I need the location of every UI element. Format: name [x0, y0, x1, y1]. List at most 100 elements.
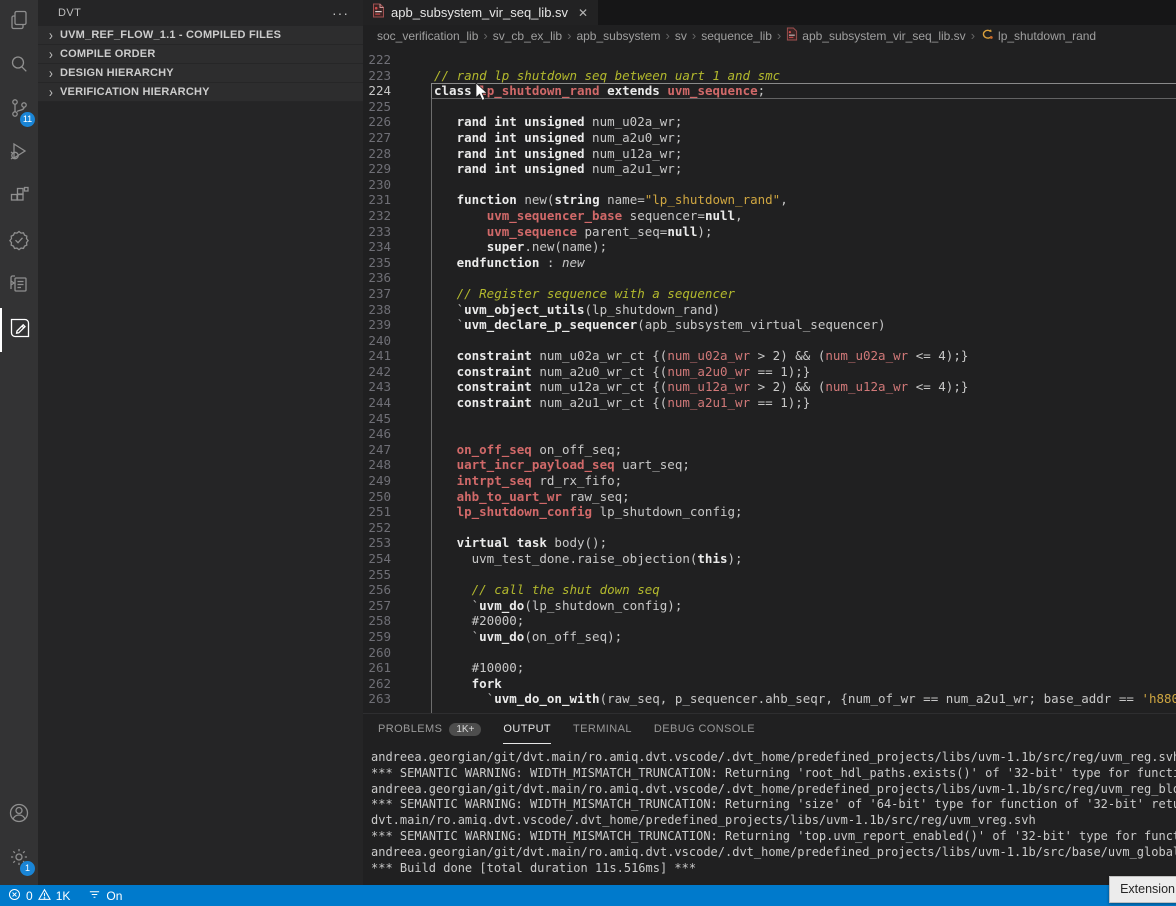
code-line-223[interactable]: 223// rand lp shutdown seq between uart … [363, 68, 1176, 84]
breadcrumb-item-soc-verification-lib[interactable]: soc_verification_lib [377, 29, 478, 43]
code-line-259[interactable]: 259 `uvm_do(on_off_seq); [363, 629, 1176, 645]
code-text: uart_incr_payload_seq uart_seq; [391, 457, 690, 473]
code-line-246[interactable]: 246 [363, 426, 1176, 442]
code-text: class lp_shutdown_rand extends uvm_seque… [391, 83, 765, 99]
code-line-261[interactable]: 261 #10000; [363, 660, 1176, 676]
code-line-227[interactable]: 227 rand int unsigned num_a2u0_wr; [363, 130, 1176, 146]
panel-tab-terminal[interactable]: TERMINAL [573, 714, 632, 744]
settings-activity-item[interactable]: 1 [0, 837, 38, 881]
explorer-activity-item[interactable] [0, 0, 38, 44]
code-text: rand int unsigned num_a2u1_wr; [391, 161, 682, 177]
editor-group: apb_subsystem_vir_seq_lib.sv ✕ soc_verif… [363, 0, 1176, 885]
sidebar-item-uvm-ref-flow-1-1-compiled-files[interactable]: ›UVM_REF_FLOW_1.1 - COMPILED FILES [38, 26, 363, 45]
breadcrumb-item-sv[interactable]: sv [675, 29, 687, 43]
code-line-229[interactable]: 229 rand int unsigned num_a2u1_wr; [363, 161, 1176, 177]
code-text: constraint num_a2u0_wr_ct {(num_a2u0_wr … [391, 364, 810, 380]
code-line-224[interactable]: 224class lp_shutdown_rand extends uvm_se… [363, 83, 1176, 99]
panel-tab-problems[interactable]: PROBLEMS1K+ [378, 714, 481, 744]
verify-activity-item[interactable] [0, 220, 38, 264]
code-line-234[interactable]: 234 super.new(name); [363, 239, 1176, 255]
line-number: 258 [363, 613, 391, 629]
code-line-244[interactable]: 244 constraint num_a2u1_wr_ct {(num_a2u1… [363, 395, 1176, 411]
code-line-231[interactable]: 231 function new(string name="lp_shutdow… [363, 192, 1176, 208]
output-line: *** SEMANTIC WARNING: WIDTH_MISMATCH_TRU… [371, 797, 1176, 813]
breadcrumb-item-apb-subsystem[interactable]: apb_subsystem [576, 29, 660, 43]
code-line-252[interactable]: 252 [363, 520, 1176, 536]
code-line-258[interactable]: 258 #20000; [363, 613, 1176, 629]
filter-status[interactable]: On [88, 888, 122, 904]
activity-bar: 111 [0, 0, 38, 885]
code-line-245[interactable]: 245 [363, 411, 1176, 427]
code-line-236[interactable]: 236 [363, 270, 1176, 286]
line-number: 223 [363, 68, 391, 84]
code-line-241[interactable]: 241 constraint num_u02a_wr_ct {(num_u02a… [363, 348, 1176, 364]
breadcrumb-item-sequence-lib[interactable]: sequence_lib [701, 29, 772, 43]
code-line-255[interactable]: 255 [363, 567, 1176, 583]
panel-tab-debug-console[interactable]: DEBUG CONSOLE [654, 714, 755, 744]
code-line-225[interactable]: 225 [363, 99, 1176, 115]
line-number: 236 [363, 270, 391, 286]
sidebar-item-design-hierarchy[interactable]: ›DESIGN HIERARCHY [38, 64, 363, 83]
code-text: constraint num_a2u1_wr_ct {(num_a2u1_wr … [391, 395, 810, 411]
code-line-254[interactable]: 254 uvm_test_done.raise_objection(this); [363, 551, 1176, 567]
more-actions-icon[interactable]: ··· [332, 5, 349, 21]
breadcrumb-item-sv-cb-ex-lib[interactable]: sv_cb_ex_lib [493, 29, 562, 43]
code-line-235[interactable]: 235 endfunction : new [363, 255, 1176, 271]
run-debug-activity-item[interactable] [0, 132, 38, 176]
code-line-251[interactable]: 251 lp_shutdown_config lp_shutdown_confi… [363, 504, 1176, 520]
trace-activity-item[interactable] [0, 264, 38, 308]
code-text [391, 52, 434, 68]
code-line-237[interactable]: 237 // Register sequence with a sequence… [363, 286, 1176, 302]
code-editor[interactable]: 222223// rand lp shutdown seq between ua… [363, 46, 1176, 713]
line-number: 245 [363, 411, 391, 427]
breadcrumb-item-apb-subsystem-vir-seq-lib-sv[interactable]: apb_subsystem_vir_seq_lib.sv [786, 27, 965, 44]
code-line-240[interactable]: 240 [363, 333, 1176, 349]
line-number: 227 [363, 130, 391, 146]
code-line-238[interactable]: 238 `uvm_object_utils(lp_shutdown_rand) [363, 302, 1176, 318]
status-bar: 0 1K On [0, 885, 1176, 906]
code-text: on_off_seq on_off_seq; [391, 442, 622, 458]
code-line-247[interactable]: 247 on_off_seq on_off_seq; [363, 442, 1176, 458]
panel-tab-output[interactable]: OUTPUT [503, 714, 551, 744]
search-activity-item[interactable] [0, 44, 38, 88]
output-log[interactable]: andreea.georgian/git/dvt.main/ro.amiq.dv… [363, 744, 1176, 885]
panel-tab-label: PROBLEMS [378, 723, 442, 735]
code-line-239[interactable]: 239 `uvm_declare_p_sequencer(apb_subsyst… [363, 317, 1176, 333]
code-line-248[interactable]: 248 uart_incr_payload_seq uart_seq; [363, 457, 1176, 473]
code-line-260[interactable]: 260 [363, 645, 1176, 661]
code-line-257[interactable]: 257 `uvm_do(lp_shutdown_config); [363, 598, 1176, 614]
breadcrumb-item-lp-shutdown-rand[interactable]: lp_shutdown_rand [980, 28, 1096, 44]
code-line-262[interactable]: 262 fork [363, 676, 1176, 692]
breadcrumb-separator-icon: › [666, 28, 670, 43]
code-line-263[interactable]: 263 `uvm_do_on_with(raw_seq, p_sequencer… [363, 691, 1176, 707]
tab-apb-subsystem-vir-seq-lib[interactable]: apb_subsystem_vir_seq_lib.sv ✕ [363, 0, 598, 25]
code-text: // Register sequence with a sequencer [391, 286, 735, 302]
code-line-226[interactable]: 226 rand int unsigned num_u02a_wr; [363, 114, 1176, 130]
code-line-230[interactable]: 230 [363, 177, 1176, 193]
problems-status[interactable]: 0 1K [8, 888, 70, 904]
sidebar: DVT ··· ›UVM_REF_FLOW_1.1 - COMPILED FIL… [38, 0, 363, 885]
source-control-activity-item[interactable]: 11 [0, 88, 38, 132]
extensions-activity-item[interactable] [0, 176, 38, 220]
breadcrumb-separator-icon: › [971, 28, 975, 43]
code-line-250[interactable]: 250 ahb_to_uart_wr raw_seq; [363, 489, 1176, 505]
breadcrumb-label: apb_subsystem [576, 29, 660, 43]
tree-item-label: COMPILE ORDER [60, 48, 156, 60]
code-line-233[interactable]: 233 uvm_sequence parent_seq=null); [363, 224, 1176, 240]
code-line-253[interactable]: 253 virtual task body(); [363, 535, 1176, 551]
sv-file-icon [372, 3, 385, 23]
sidebar-item-verification-hierarchy[interactable]: ›VERIFICATION HIERARCHY [38, 83, 363, 102]
code-line-242[interactable]: 242 constraint num_a2u0_wr_ct {(num_a2u0… [363, 364, 1176, 380]
code-line-228[interactable]: 228 rand int unsigned num_u12a_wr; [363, 146, 1176, 162]
line-number: 222 [363, 52, 391, 68]
code-line-249[interactable]: 249 intrpt_seq rd_rx_fifo; [363, 473, 1176, 489]
account-activity-item[interactable] [0, 793, 38, 837]
sidebar-item-compile-order[interactable]: ›COMPILE ORDER [38, 45, 363, 64]
code-text: // call the shut down seq [391, 582, 660, 598]
dvt-activity-item[interactable] [0, 308, 38, 352]
tab-close-icon[interactable]: ✕ [578, 6, 588, 20]
code-line-222[interactable]: 222 [363, 52, 1176, 68]
code-line-232[interactable]: 232 uvm_sequencer_base sequencer=null, [363, 208, 1176, 224]
code-line-243[interactable]: 243 constraint num_u12a_wr_ct {(num_u12a… [363, 379, 1176, 395]
code-line-256[interactable]: 256 // call the shut down seq [363, 582, 1176, 598]
